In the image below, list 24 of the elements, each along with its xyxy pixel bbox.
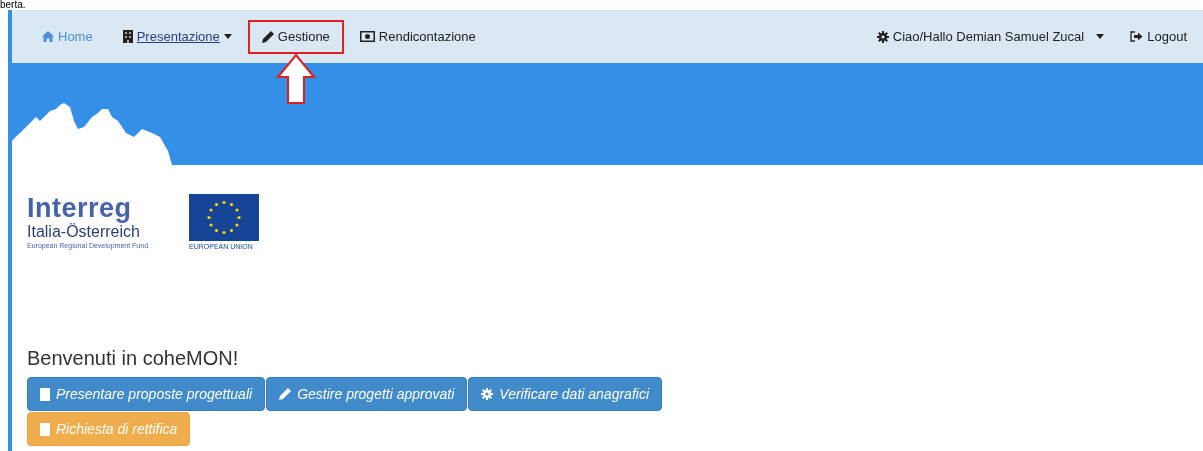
settings-icon: [876, 30, 889, 43]
nav-link[interactable]: Gestione: [249, 21, 342, 52]
action-button[interactable]: Presentare proposte progettuali: [27, 377, 266, 411]
up-arrow-annotation: [275, 53, 316, 104]
settings-icon: [481, 388, 494, 400]
eu-flag-icon: [189, 194, 259, 241]
home-icon: [42, 31, 54, 42]
user-menu[interactable]: Ciao/Hallo Demian Samuel Zucal: [870, 21, 1111, 52]
action-button[interactable]: Verificare dati anagrafici: [468, 377, 662, 411]
banknote-icon: [359, 31, 375, 42]
logout-icon: [1130, 31, 1144, 42]
logout-link[interactable]: Logout: [1124, 21, 1193, 52]
pencil-icon: [261, 30, 274, 43]
building-icon: [122, 30, 133, 43]
building-icon: [40, 422, 50, 436]
building-icon: [40, 387, 50, 401]
logo-region: Italia-Österreich: [27, 223, 141, 241]
caption-text: berta.: [0, 0, 27, 10]
pencil-icon: [279, 388, 292, 400]
nav-link[interactable]: Presentazione: [110, 21, 244, 52]
logo-title: Interreg: [27, 194, 133, 222]
action-button[interactable]: Gestire progetti approvati: [266, 377, 468, 411]
welcome-heading: Benvenuti in coheMON!: [27, 346, 240, 370]
nav-link[interactable]: Rendicontazione: [347, 21, 488, 52]
